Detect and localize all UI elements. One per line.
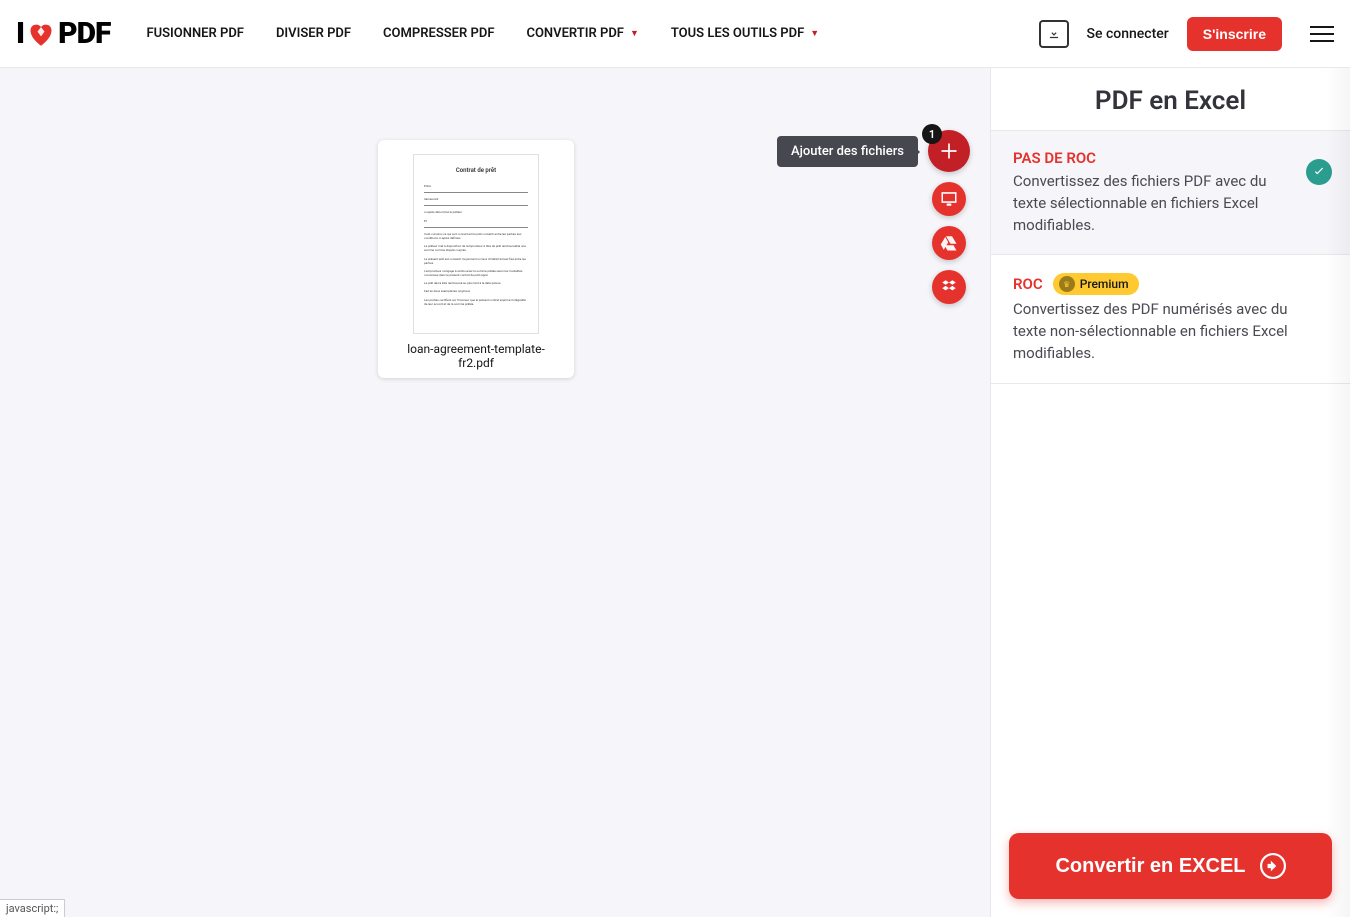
doc-title: Contrat de prêt (424, 167, 528, 174)
option-no-ocr[interactable]: PAS DE ROC Convertissez des fichiers PDF… (991, 131, 1350, 255)
arrow-right-circle-icon (1260, 853, 1286, 879)
nav-split[interactable]: DIVISER PDF (276, 26, 351, 41)
nav-split-label: DIVISER PDF (276, 26, 351, 41)
option-ocr-title-text: ROC (1013, 275, 1043, 293)
dropbox-icon (940, 278, 958, 296)
nav-convert[interactable]: CONVERTIR PDF ▼ (526, 26, 638, 41)
file-card[interactable]: Contrat de prêt Entre demeurant ci-après… (378, 140, 574, 378)
nav-all-tools[interactable]: TOUS LES OUTILS PDF ▼ (671, 26, 819, 41)
logo-text-left: I (16, 16, 24, 51)
add-files-tooltip: Ajouter des fichiers (777, 136, 918, 167)
signup-button[interactable]: S'inscrire (1187, 17, 1282, 51)
option-ocr-title: ROC ♛ Premium (1013, 273, 1328, 295)
menu-icon[interactable] (1310, 26, 1334, 42)
premium-badge: ♛ Premium (1053, 273, 1139, 295)
nav-merge-label: FUSIONNER PDF (146, 26, 244, 41)
nav-merge[interactable]: FUSIONNER PDF (146, 26, 244, 41)
monitor-icon (940, 190, 958, 208)
file-name: loan-agreement-template-fr2.pdf (390, 342, 562, 370)
file-count-badge: 1 (922, 124, 942, 144)
gdrive-icon (940, 234, 958, 252)
main-nav: FUSIONNER PDF DIVISER PDF COMPRESSER PDF… (146, 26, 1038, 41)
nav-compress[interactable]: COMPRESSER PDF (383, 26, 494, 41)
upload-device-button[interactable] (932, 182, 966, 216)
download-desktop-icon[interactable] (1039, 20, 1069, 48)
convert-button[interactable]: Convertir en EXCEL (1009, 833, 1332, 899)
logo[interactable]: I PDF (16, 16, 110, 51)
crown-icon: ♛ (1059, 276, 1075, 292)
header-right: Se connecter S'inscrire (1039, 17, 1334, 51)
fab-column: 1 (928, 130, 970, 304)
status-text: javascript:; (0, 899, 65, 917)
convert-button-label: Convertir en EXCEL (1055, 855, 1245, 878)
option-no-ocr-desc: Convertissez des fichiers PDF avec du te… (1013, 171, 1328, 236)
plus-icon (939, 141, 959, 161)
sidebar-title: PDF en Excel (991, 68, 1350, 131)
nav-convert-label: CONVERTIR PDF (526, 26, 623, 41)
logo-text-right: PDF (58, 16, 110, 51)
option-ocr-desc: Convertissez des PDF numérisés avec du t… (1013, 299, 1328, 364)
header: I PDF FUSIONNER PDF DIVISER PDF COMPRESS… (0, 0, 1350, 68)
heart-icon (27, 21, 55, 47)
workspace: Contrat de prêt Entre demeurant ci-après… (0, 68, 990, 917)
convert-button-wrap: Convertir en EXCEL (991, 815, 1350, 917)
option-ocr[interactable]: ROC ♛ Premium Convertissez des PDF numér… (991, 255, 1350, 383)
nav-compress-label: COMPRESSER PDF (383, 26, 494, 41)
option-no-ocr-title: PAS DE ROC (1013, 149, 1328, 167)
upload-gdrive-button[interactable] (932, 226, 966, 260)
sidebar: PDF en Excel PAS DE ROC Convertissez des… (990, 68, 1350, 917)
file-preview: Contrat de prêt Entre demeurant ci-après… (413, 154, 539, 334)
add-files-button[interactable]: 1 (928, 130, 970, 172)
login-link[interactable]: Se connecter (1087, 26, 1169, 42)
caret-down-icon: ▼ (630, 28, 639, 39)
premium-label: Premium (1080, 277, 1129, 291)
nav-all-label: TOUS LES OUTILS PDF (671, 26, 804, 41)
selected-check-icon (1306, 159, 1332, 185)
caret-down-icon: ▼ (810, 28, 819, 39)
upload-dropbox-button[interactable] (932, 270, 966, 304)
